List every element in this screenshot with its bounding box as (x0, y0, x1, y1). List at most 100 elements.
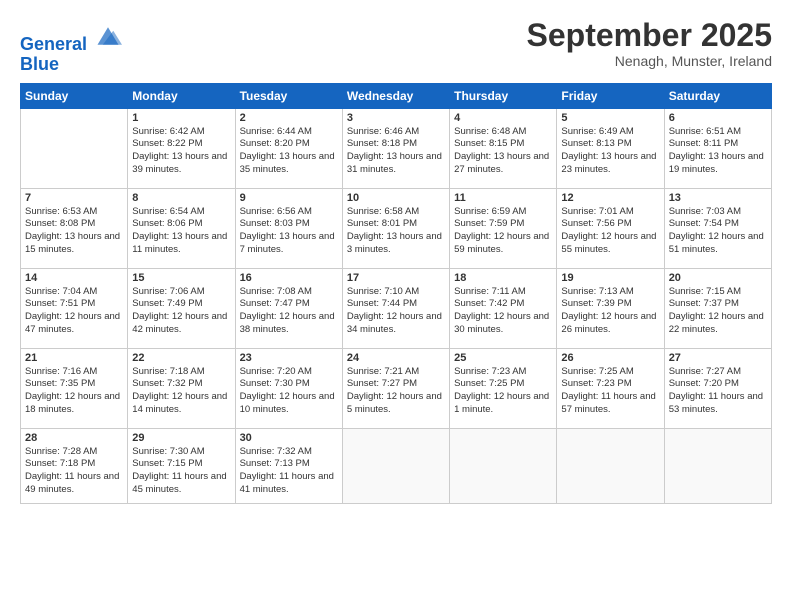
header-wednesday: Wednesday (342, 83, 449, 108)
daylight-text: Daylight: 12 hours and 5 minutes. (347, 391, 445, 417)
sunrise-text: Sunrise: 7:04 AM (25, 286, 123, 299)
sunrise-text: Sunrise: 6:42 AM (132, 126, 230, 139)
sunset-text: Sunset: 7:23 PM (561, 378, 659, 391)
cell-3-3: 24Sunrise: 7:21 AMSunset: 7:27 PMDayligh… (342, 348, 449, 428)
header-saturday: Saturday (664, 83, 771, 108)
cell-1-1: 8 Sunrise: 6:54 AMSunset: 8:06 PMDaylight… (128, 188, 235, 268)
sunrise-text: Sunrise: 7:21 AM (347, 366, 445, 379)
cell-1-4: 11Sunrise: 6:59 AMSunset: 7:59 PMDayligh… (450, 188, 557, 268)
page: General Blue September 2025 Nenagh, Muns… (0, 0, 792, 612)
sunset-text: Sunset: 7:25 PM (454, 378, 552, 391)
cell-2-3: 17Sunrise: 7:10 AMSunset: 7:44 PMDayligh… (342, 268, 449, 348)
day-number: 6 (669, 112, 767, 124)
title-block: September 2025 Nenagh, Munster, Ireland (527, 18, 772, 69)
daylight-text: Daylight: 13 hours and 23 minutes. (561, 151, 659, 177)
day-number: 28 (25, 432, 123, 444)
week-row-4: 21Sunrise: 7:16 AMSunset: 7:35 PMDayligh… (21, 348, 772, 428)
daylight-text: Daylight: 12 hours and 22 minutes. (669, 311, 767, 337)
day-number: 16 (240, 272, 338, 284)
sunset-text: Sunset: 7:18 PM (25, 458, 123, 471)
daylight-text: Daylight: 12 hours and 1 minute. (454, 391, 552, 417)
day-number: 29 (132, 432, 230, 444)
daylight-text: Daylight: 12 hours and 18 minutes. (25, 391, 123, 417)
daylight-text: Daylight: 12 hours and 55 minutes. (561, 231, 659, 257)
day-number: 30 (240, 432, 338, 444)
daylight-text: Daylight: 13 hours and 35 minutes. (240, 151, 338, 177)
sunrise-text: Sunrise: 7:30 AM (132, 446, 230, 459)
sunrise-text: Sunrise: 7:15 AM (669, 286, 767, 299)
daylight-text: Daylight: 12 hours and 47 minutes. (25, 311, 123, 337)
day-number: 19 (561, 272, 659, 284)
sunset-text: Sunset: 8:20 PM (240, 138, 338, 151)
sunset-text: Sunset: 7:32 PM (132, 378, 230, 391)
cell-1-5: 12Sunrise: 7:01 AMSunset: 7:56 PMDayligh… (557, 188, 664, 268)
sunset-text: Sunset: 8:22 PM (132, 138, 230, 151)
sunset-text: Sunset: 8:01 PM (347, 218, 445, 231)
cell-3-5: 26Sunrise: 7:25 AMSunset: 7:23 PMDayligh… (557, 348, 664, 428)
sunset-text: Sunset: 7:30 PM (240, 378, 338, 391)
daylight-text: Daylight: 13 hours and 11 minutes. (132, 231, 230, 257)
day-number: 23 (240, 352, 338, 364)
sunrise-text: Sunrise: 7:01 AM (561, 206, 659, 219)
sunset-text: Sunset: 7:39 PM (561, 298, 659, 311)
day-number: 10 (347, 192, 445, 204)
sunset-text: Sunset: 7:47 PM (240, 298, 338, 311)
day-number: 27 (669, 352, 767, 364)
cell-0-6: 6Sunrise: 6:51 AMSunset: 8:11 PMDaylight… (664, 108, 771, 188)
cell-0-2: 2Sunrise: 6:44 AMSunset: 8:20 PMDaylight… (235, 108, 342, 188)
sunrise-text: Sunrise: 6:56 AM (240, 206, 338, 219)
sunrise-text: Sunrise: 7:27 AM (669, 366, 767, 379)
sunset-text: Sunset: 7:54 PM (669, 218, 767, 231)
sunrise-text: Sunrise: 7:16 AM (25, 366, 123, 379)
daylight-text: Daylight: 12 hours and 34 minutes. (347, 311, 445, 337)
sunset-text: Sunset: 7:15 PM (132, 458, 230, 471)
daylight-text: Daylight: 13 hours and 3 minutes. (347, 231, 445, 257)
header: General Blue September 2025 Nenagh, Muns… (20, 18, 772, 75)
cell-1-3: 10Sunrise: 6:58 AMSunset: 8:01 PMDayligh… (342, 188, 449, 268)
logo-icon (94, 22, 122, 50)
cell-2-2: 16Sunrise: 7:08 AMSunset: 7:47 PMDayligh… (235, 268, 342, 348)
sunrise-text: Sunrise: 6:59 AM (454, 206, 552, 219)
cell-3-1: 22Sunrise: 7:18 AMSunset: 7:32 PMDayligh… (128, 348, 235, 428)
sunset-text: Sunset: 7:35 PM (25, 378, 123, 391)
daylight-text: Daylight: 13 hours and 15 minutes. (25, 231, 123, 257)
cell-4-0: 28Sunrise: 7:28 AMSunset: 7:18 PMDayligh… (21, 428, 128, 503)
daylight-text: Daylight: 12 hours and 51 minutes. (669, 231, 767, 257)
header-friday: Friday (557, 83, 664, 108)
cell-4-6 (664, 428, 771, 503)
cell-1-2: 9Sunrise: 6:56 AMSunset: 8:03 PMDaylight… (235, 188, 342, 268)
logo-text: General (20, 22, 122, 55)
daylight-text: Daylight: 11 hours and 45 minutes. (132, 471, 230, 497)
daylight-text: Daylight: 12 hours and 14 minutes. (132, 391, 230, 417)
sunset-text: Sunset: 7:49 PM (132, 298, 230, 311)
sunset-text: Sunset: 8:11 PM (669, 138, 767, 151)
week-row-2: 7Sunrise: 6:53 AMSunset: 8:08 PMDaylight… (21, 188, 772, 268)
day-number: 5 (561, 112, 659, 124)
day-number: 18 (454, 272, 552, 284)
day-number: 17 (347, 272, 445, 284)
cell-4-3 (342, 428, 449, 503)
header-thursday: Thursday (450, 83, 557, 108)
day-number: 14 (25, 272, 123, 284)
sunset-text: Sunset: 7:20 PM (669, 378, 767, 391)
week-row-5: 28 Sunrise: 7:28 AMSunset: 7:18 PM Dayligh… (21, 428, 772, 503)
cell-3-4: 25Sunrise: 7:23 AMSunset: 7:25 PMDayligh… (450, 348, 557, 428)
sunset-text: Sunset: 8:15 PM (454, 138, 552, 151)
cell-1-6: 13Sunrise: 7:03 AMSunset: 7:54 PMDayligh… (664, 188, 771, 268)
sunset-text: Sunset: 7:13 PM (240, 458, 338, 471)
sunrise-text: Sunrise: 7:28 AM (25, 446, 123, 459)
day-number: 20 (669, 272, 767, 284)
cell-2-0: 14Sunrise: 7:04 AMSunset: 7:51 PMDayligh… (21, 268, 128, 348)
sunrise-text: Sunrise: 7:10 AM (347, 286, 445, 299)
sunset-text: Sunset: 8:06 PM (132, 218, 230, 231)
day-number: 8 (132, 192, 230, 204)
cell-2-1: 15Sunrise: 7:06 AMSunset: 7:49 PMDayligh… (128, 268, 235, 348)
sunset-text: Sunset: 8:03 PM (240, 218, 338, 231)
calendar-table: Sunday Monday Tuesday Wednesday Thursday… (20, 83, 772, 504)
sunrise-text: Sunrise: 6:44 AM (240, 126, 338, 139)
daylight-text: Daylight: 11 hours and 57 minutes. (561, 391, 659, 417)
cell-0-1: 1Sunrise: 6:42 AMSunset: 8:22 PMDaylight… (128, 108, 235, 188)
sunrise-text: Sunrise: 6:54 AM (132, 206, 230, 219)
day-number: 24 (347, 352, 445, 364)
sunrise-text: Sunrise: 7:18 AM (132, 366, 230, 379)
